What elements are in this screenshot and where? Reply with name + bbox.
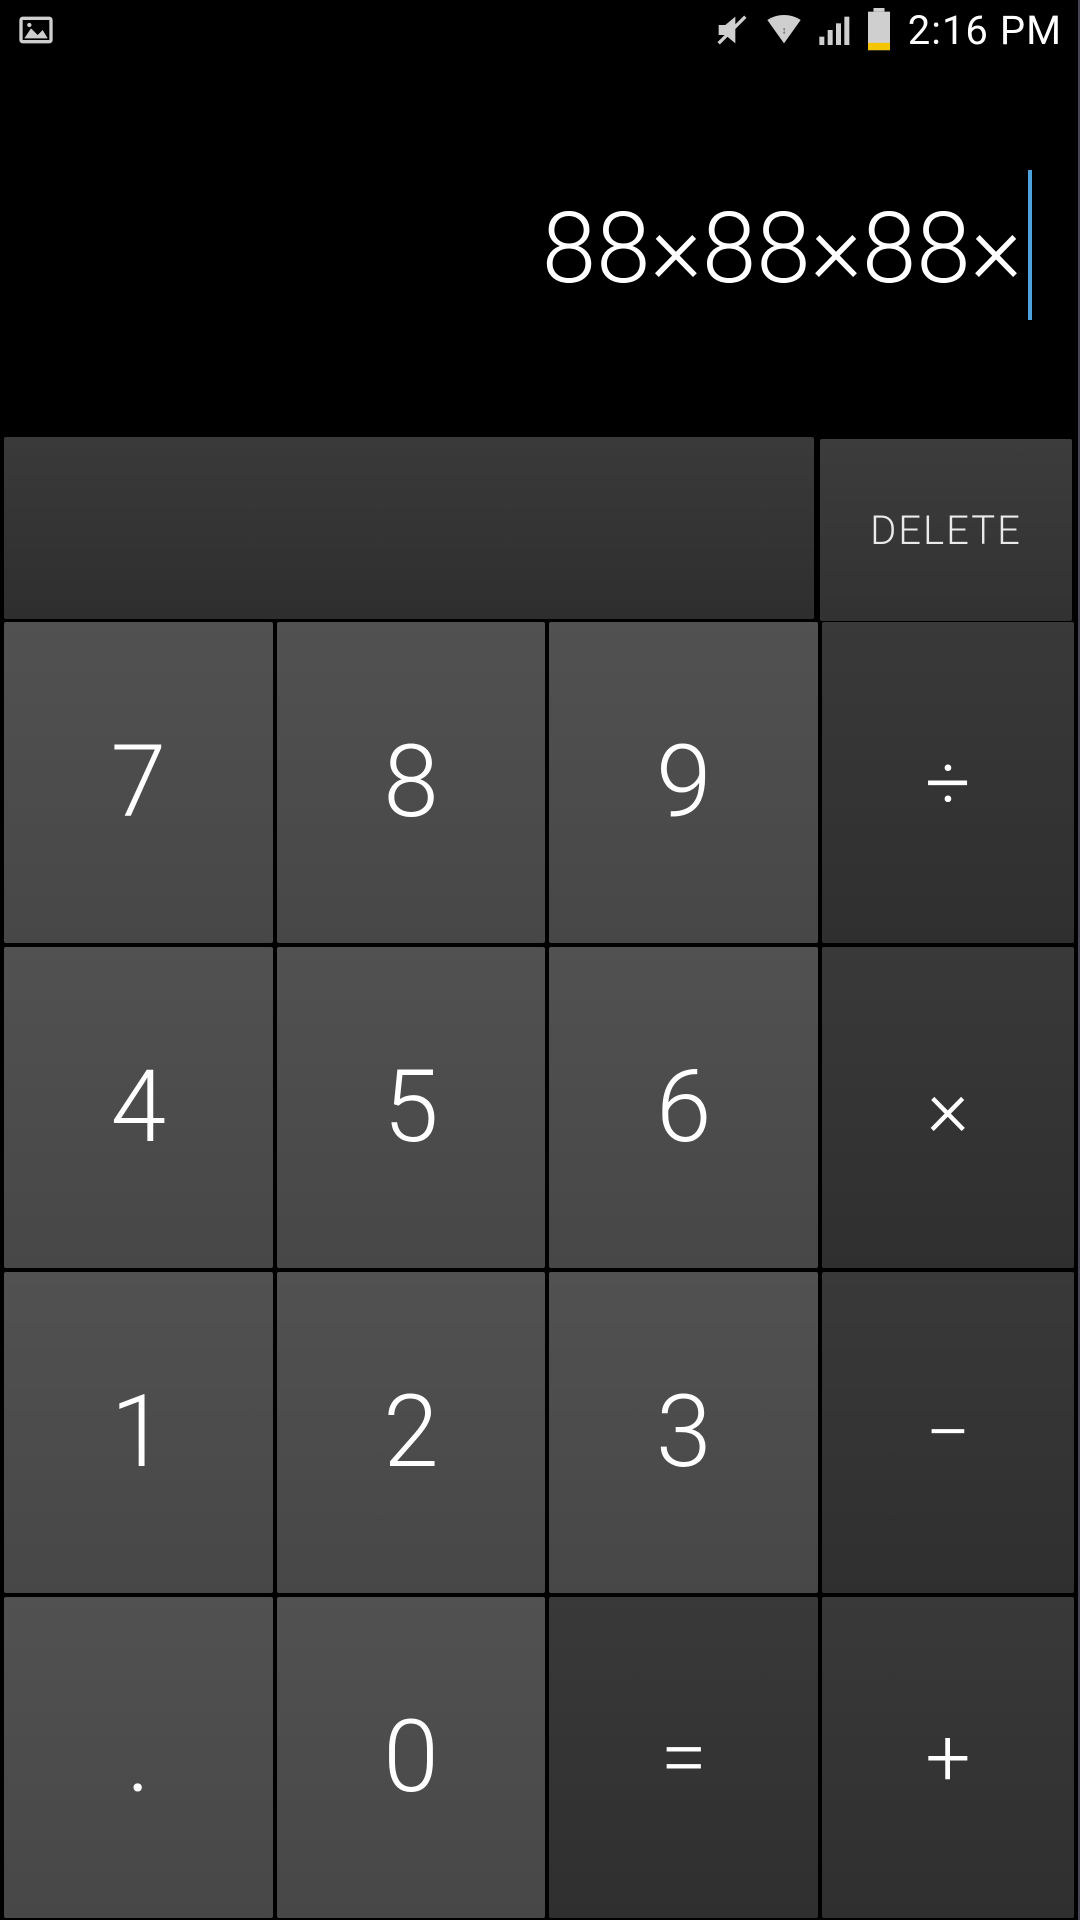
- display-expression: 88×88×88×: [542, 191, 1022, 306]
- key-7[interactable]: 7: [4, 622, 273, 943]
- keypad-blank-area: [4, 437, 814, 619]
- status-right: ↕ 2:16 PM: [712, 7, 1062, 54]
- key-multiply[interactable]: ×: [822, 947, 1074, 1268]
- delete-button[interactable]: DELETE: [820, 439, 1072, 621]
- signal-icon: [816, 10, 856, 50]
- calculator-display[interactable]: 88×88×88×: [0, 60, 1078, 436]
- keypad-top-row: DELETE: [0, 436, 1078, 620]
- key-4[interactable]: 4: [4, 947, 273, 1268]
- key-dot[interactable]: .: [4, 1597, 273, 1918]
- key-add[interactable]: +: [822, 1597, 1074, 1918]
- key-equals[interactable]: =: [549, 1597, 818, 1918]
- status-bar: ↕ 2:16 PM: [0, 0, 1078, 60]
- text-cursor: [1028, 170, 1032, 320]
- key-8[interactable]: 8: [277, 622, 546, 943]
- status-left: [16, 10, 56, 50]
- key-9[interactable]: 9: [549, 622, 818, 943]
- key-divide[interactable]: ÷: [822, 622, 1074, 943]
- key-2[interactable]: 2: [277, 1272, 546, 1593]
- svg-text:↕: ↕: [781, 25, 786, 36]
- key-1[interactable]: 1: [4, 1272, 273, 1593]
- status-time: 2:16 PM: [908, 7, 1062, 54]
- key-3[interactable]: 3: [549, 1272, 818, 1593]
- screenshot-icon: [16, 10, 56, 50]
- key-6[interactable]: 6: [549, 947, 818, 1268]
- key-5[interactable]: 5: [277, 947, 546, 1268]
- battery-icon: [866, 8, 892, 52]
- mute-icon: [712, 10, 752, 50]
- key-0[interactable]: 0: [277, 1597, 546, 1918]
- keypad: DELETE 7 8 9 ÷ 4 5 6 × 1 2 3 − . 0 = +: [0, 436, 1078, 1920]
- key-subtract[interactable]: −: [822, 1272, 1074, 1593]
- wifi-icon: ↕: [762, 10, 806, 50]
